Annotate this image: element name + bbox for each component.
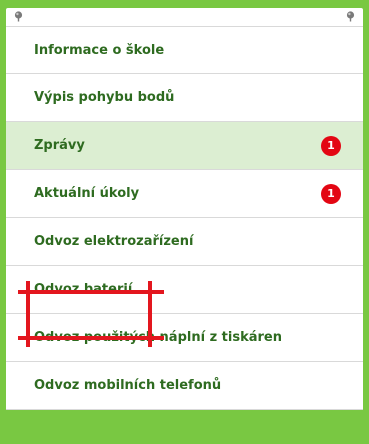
menu-item-label: Odvoz použitých náplní z tiskáren	[34, 330, 282, 345]
menu-item-label: Zprávy	[34, 138, 85, 153]
school-menu-panel: Informace o škole Výpis pohybu bodů Zprá…	[0, 0, 369, 444]
menu-item-label: Aktuální úkoly	[34, 186, 140, 201]
menu-item-vypis-pohybu-bodu[interactable]: Výpis pohybu bodů	[6, 74, 363, 122]
menu-item-odvoz-mobilnich-telefonu[interactable]: Odvoz mobilních telefonů	[6, 362, 363, 410]
menu-item-label: Odvoz baterií	[34, 282, 133, 297]
pushpin-icon	[346, 11, 355, 22]
menu-item-label: Odvoz elektrozařízení	[34, 234, 194, 249]
menu-item-label: Výpis pohybu bodů	[34, 90, 175, 105]
menu-item-label: Informace o škole	[34, 42, 165, 58]
menu-item-odvoz-baterii[interactable]: Odvoz baterií	[6, 266, 363, 314]
unread-count-badge: 1	[321, 135, 341, 156]
menu-item-label: Odvoz mobilních telefonů	[34, 378, 222, 393]
menu-item-odvoz-elektrozarizeni[interactable]: Odvoz elektrozařízení	[6, 218, 363, 266]
panel-header	[6, 8, 363, 26]
menu-item-aktualni-ukoly[interactable]: Aktuální úkoly 1	[6, 170, 363, 218]
pushpin-icon	[14, 11, 23, 22]
side-menu: Informace o škole Výpis pohybu bodů Zprá…	[6, 26, 363, 410]
menu-item-informace-o-skole[interactable]: Informace o škole	[6, 26, 363, 74]
task-count-badge: 1	[321, 183, 341, 204]
menu-item-zpravy[interactable]: Zprávy 1	[6, 122, 363, 170]
menu-item-odvoz-naplni[interactable]: Odvoz použitých náplní z tiskáren	[6, 314, 363, 362]
